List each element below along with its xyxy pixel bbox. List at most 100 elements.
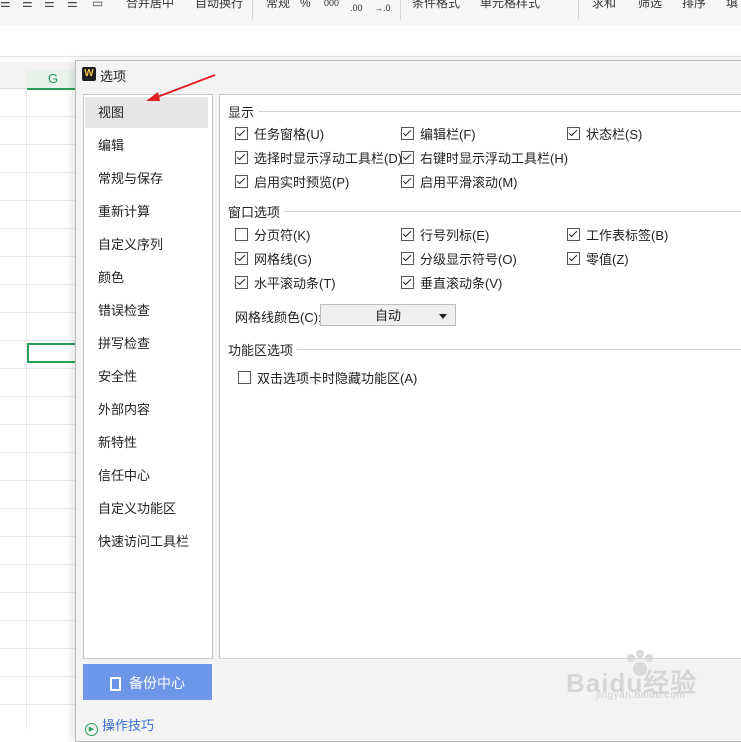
checkbox[interactable] <box>235 127 248 140</box>
divider <box>252 0 253 20</box>
thousands-button[interactable]: 000 <box>324 0 339 12</box>
merge-center-button[interactable]: 合并居中 <box>126 0 174 12</box>
align-center-icon[interactable]: ☰ <box>22 0 33 10</box>
checkbox[interactable] <box>567 252 580 265</box>
nav-item-quick-access-toolbar[interactable]: 快速访问工具栏 <box>85 526 208 557</box>
option-label: 行号列标(E) <box>420 228 490 243</box>
grid-line <box>0 424 76 425</box>
grid-line <box>0 340 76 341</box>
checkbox[interactable] <box>401 252 414 265</box>
checkbox[interactable] <box>401 151 414 164</box>
checkbox[interactable] <box>235 175 248 188</box>
nav-item-colors[interactable]: 颜色 <box>85 262 208 293</box>
selected-cell[interactable] <box>27 343 81 363</box>
gridline-color-value: 自动 <box>374 308 401 323</box>
nav-item-new-features[interactable]: 新特性 <box>85 427 208 458</box>
option-label: 分页符(K) <box>254 228 311 243</box>
option-floating-toolbar-select[interactable]: 选择时显示浮动工具栏(D) <box>235 150 402 168</box>
option-zero-values[interactable]: 零值(Z) <box>567 251 629 269</box>
option-gridlines[interactable]: 网格线(G) <box>235 251 312 269</box>
option-label: 状态栏(S) <box>586 127 643 142</box>
decrease-decimal-button[interactable]: →.0 <box>374 0 391 17</box>
gridline-color-select[interactable]: 自动 <box>320 304 456 326</box>
option-page-breaks[interactable]: 分页符(K) <box>235 227 310 245</box>
fill-button[interactable]: 填 <box>726 0 738 12</box>
grid-line <box>0 144 76 145</box>
grid-line <box>0 704 76 705</box>
nav-item-error-check[interactable]: 错误检查 <box>85 295 208 326</box>
align-left-icon[interactable]: ☰ <box>0 0 11 10</box>
justify-icon[interactable]: ☰ <box>67 0 78 10</box>
option-status-bar[interactable]: 状态栏(S) <box>567 126 642 144</box>
section-title-ribbon: 功能区选项 <box>228 340 298 359</box>
option-horizontal-scrollbar[interactable]: 水平滚动条(T) <box>235 275 336 293</box>
nav-item-edit[interactable]: 编辑 <box>85 130 208 161</box>
column-header-g[interactable]: G <box>26 70 80 90</box>
sum-button[interactable]: 求和 <box>592 0 616 12</box>
wps-logo-icon: W <box>82 67 96 81</box>
auto-wrap-button[interactable]: 自动换行 <box>195 0 243 12</box>
nav-item-custom-lists[interactable]: 自定义序列 <box>85 229 208 260</box>
nav-item-trust-center[interactable]: 信任中心 <box>85 460 208 491</box>
align-right-icon[interactable]: ☰ <box>44 0 55 10</box>
option-formula-bar[interactable]: 编辑栏(F) <box>401 126 476 144</box>
increase-decimal-button[interactable]: .00 <box>350 0 363 17</box>
nav-item-general-save[interactable]: 常规与保存 <box>85 163 208 194</box>
checkbox[interactable] <box>235 252 248 265</box>
sort-button[interactable]: 排序 <box>682 0 706 12</box>
checkbox[interactable] <box>401 175 414 188</box>
nav-item-external-content[interactable]: 外部内容 <box>85 394 208 425</box>
option-label: 零值(Z) <box>586 252 629 267</box>
option-live-preview[interactable]: 启用实时预览(P) <box>235 174 349 192</box>
grid-line <box>0 508 76 509</box>
cell-style-button[interactable]: 单元格样式 <box>480 0 540 12</box>
watermark-url: jingyan.baidu.com <box>596 690 686 701</box>
option-row-col-headers[interactable]: 行号列标(E) <box>401 227 489 245</box>
nav-item-recalculate[interactable]: 重新计算 <box>85 196 208 227</box>
view-options-panel: 显示 任务窗格(U) 编辑栏(F) 状态栏(S) 选择时显示浮动工具栏(D) 右… <box>219 94 741 659</box>
option-label: 启用实时预览(P) <box>254 175 350 190</box>
section-divider <box>228 349 741 350</box>
formula-bar[interactable] <box>0 26 741 57</box>
nav-item-spell-check[interactable]: 拼写检查 <box>85 328 208 359</box>
option-task-pane[interactable]: 任务窗格(U) <box>235 126 324 144</box>
option-vertical-scrollbar[interactable]: 垂直滚动条(V) <box>401 275 502 293</box>
option-label: 网格线(G) <box>254 252 312 267</box>
checkbox[interactable] <box>235 276 248 289</box>
checkbox[interactable] <box>235 228 248 241</box>
percent-button[interactable]: % <box>300 0 311 12</box>
number-format-select[interactable]: 常规 <box>266 0 290 12</box>
tips-link[interactable]: ▶ 操作技巧 <box>85 715 154 736</box>
option-label: 垂直滚动条(V) <box>420 276 503 291</box>
checkbox[interactable] <box>567 127 580 140</box>
checkbox[interactable] <box>401 276 414 289</box>
nav-item-customize-ribbon[interactable]: 自定义功能区 <box>85 493 208 524</box>
checkbox[interactable] <box>567 228 580 241</box>
options-dialog: W 选项 视图 编辑 常规与保存 重新计算 自定义序列 颜色 错误检查 拼写检查… <box>75 60 741 742</box>
checkbox[interactable] <box>235 151 248 164</box>
section-divider <box>228 211 741 212</box>
option-label: 选择时显示浮动工具栏(D) <box>254 151 403 166</box>
grid-line <box>0 368 76 369</box>
grid-line <box>0 396 76 397</box>
option-floating-toolbar-rightclick[interactable]: 右键时显示浮动工具栏(H) <box>401 150 568 168</box>
grid-line <box>0 228 76 229</box>
distribute-icon[interactable]: ▭ <box>92 0 103 10</box>
checkbox[interactable] <box>401 228 414 241</box>
checkbox[interactable] <box>401 127 414 140</box>
filter-button[interactable]: 筛选 <box>638 0 662 12</box>
grid-line <box>0 200 76 201</box>
nav-item-security[interactable]: 安全性 <box>85 361 208 392</box>
option-label: 工作表标签(B) <box>586 228 669 243</box>
option-sheet-tabs[interactable]: 工作表标签(B) <box>567 227 668 245</box>
checkbox[interactable] <box>238 371 251 384</box>
option-label: 任务窗格(U) <box>254 127 325 142</box>
grid-line <box>0 536 76 537</box>
grid-line <box>0 620 76 621</box>
option-smooth-scroll[interactable]: 启用平滑滚动(M) <box>401 174 518 192</box>
conditional-format-button[interactable]: 条件格式 <box>412 0 460 12</box>
option-dblclick-hide-ribbon[interactable]: 双击选项卡时隐藏功能区(A) <box>238 370 417 388</box>
backup-center-button[interactable]: 备份中心 <box>83 664 212 700</box>
backup-center-label: 备份中心 <box>129 675 185 691</box>
option-outline-symbols[interactable]: 分级显示符号(O) <box>401 251 517 269</box>
